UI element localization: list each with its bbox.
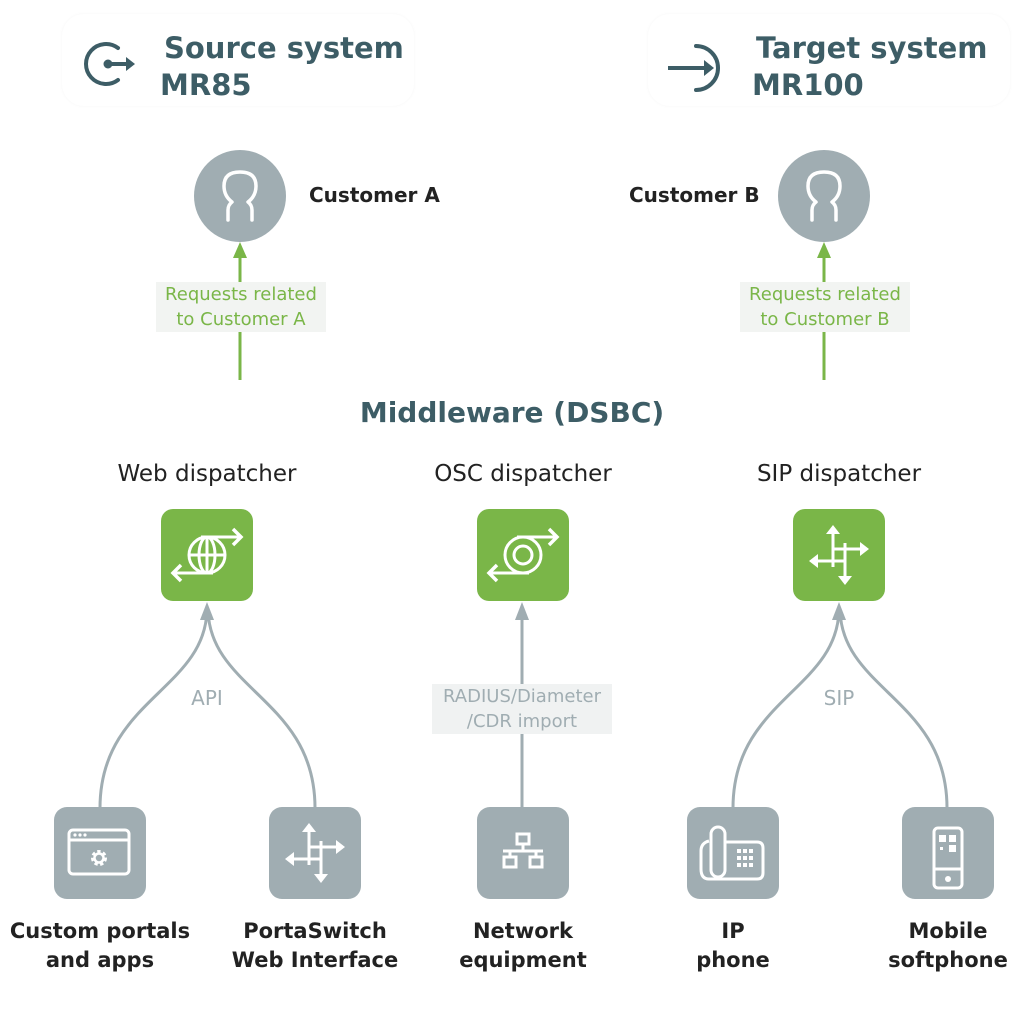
custom-portals-node xyxy=(54,807,146,899)
mobile-softphone-label-line2: softphone xyxy=(888,948,1008,972)
request-label-a: Requests related to Customer A xyxy=(156,282,326,332)
web-dispatcher-node xyxy=(161,509,253,601)
network-equipment-label-line2: equipment xyxy=(459,948,587,972)
mobile-softphone-label-line1: Mobile xyxy=(908,919,988,943)
globe-exchange-icon xyxy=(170,527,244,583)
network-equipment-label: Network equipment xyxy=(423,917,623,975)
ip-phone-node xyxy=(687,807,779,899)
source-system-title: Source system xyxy=(164,31,404,65)
web-dispatcher-label: Web dispatcher xyxy=(117,461,297,487)
request-label-b-line1: Requests related xyxy=(749,284,901,305)
sip-arrow-head xyxy=(832,602,846,620)
middleware-title: Middleware (DSBC) xyxy=(359,396,665,429)
circle-exchange-icon xyxy=(486,527,560,583)
request-arrow-a-head xyxy=(233,242,247,258)
network-icon xyxy=(502,832,544,869)
portaswitch-label-line2: Web Interface xyxy=(231,948,399,972)
portaswitch-label: PortaSwitch Web Interface xyxy=(215,917,415,975)
source-system-version: MR85 xyxy=(160,68,252,102)
customer-a-avatar xyxy=(194,150,286,242)
request-arrow-b-head xyxy=(817,242,831,258)
sip-dispatcher-label: SIP dispatcher xyxy=(756,461,922,487)
sip-dispatcher-node xyxy=(793,509,885,601)
edge-label-api: API xyxy=(180,686,234,710)
osc-dispatcher-label: OSC dispatcher xyxy=(434,461,612,487)
request-label-b: Requests related to Customer B xyxy=(740,282,910,332)
desk-phone-icon xyxy=(699,825,765,881)
network-equipment-label-line1: Network xyxy=(472,919,573,943)
customer-b-label: Customer B xyxy=(629,183,760,207)
request-label-b-line2: to Customer B xyxy=(760,309,890,330)
mobile-softphone-node xyxy=(902,807,994,899)
custom-portals-label: Custom portals and apps xyxy=(0,917,200,975)
request-label-a-line1: Requests related xyxy=(165,284,317,305)
customer-b-avatar xyxy=(778,150,870,242)
ip-phone-label-line1: IP xyxy=(721,919,745,943)
user-icon xyxy=(222,170,258,222)
osc-dispatcher-node xyxy=(477,509,569,601)
portaswitch-node xyxy=(269,807,361,899)
mobile-softphone-label: Mobile softphone xyxy=(848,917,1024,975)
osc-arrow-head xyxy=(515,602,529,620)
web-arrow-head xyxy=(200,602,214,620)
edge-label-osc: RADIUS/Diameter /CDR import xyxy=(432,684,612,734)
user-icon xyxy=(806,170,842,222)
edge-label-sip: SIP xyxy=(815,686,863,710)
custom-portals-label-line1: Custom portals xyxy=(9,919,191,943)
source-system-icon xyxy=(80,36,136,92)
four-way-arrows-icon xyxy=(285,823,345,883)
ip-phone-label-line2: phone xyxy=(696,948,770,972)
ip-phone-label: IP phone xyxy=(633,917,833,975)
target-system-icon xyxy=(666,36,738,98)
edge-label-osc-line2: /CDR import xyxy=(466,711,578,732)
four-way-arrows-icon xyxy=(809,525,869,585)
edge-label-osc-line1: RADIUS/Diameter xyxy=(443,686,601,707)
target-system-title: Target system xyxy=(756,31,988,65)
browser-gear-icon xyxy=(67,828,131,876)
custom-portals-label-line2: and apps xyxy=(45,948,155,972)
network-equipment-node xyxy=(477,807,569,899)
customer-a-label: Customer A xyxy=(309,183,440,207)
request-label-a-line2: to Customer A xyxy=(176,309,306,330)
mobile-phone-icon xyxy=(932,826,964,890)
target-system-version: MR100 xyxy=(752,68,864,102)
portaswitch-label-line1: PortaSwitch xyxy=(243,919,387,943)
